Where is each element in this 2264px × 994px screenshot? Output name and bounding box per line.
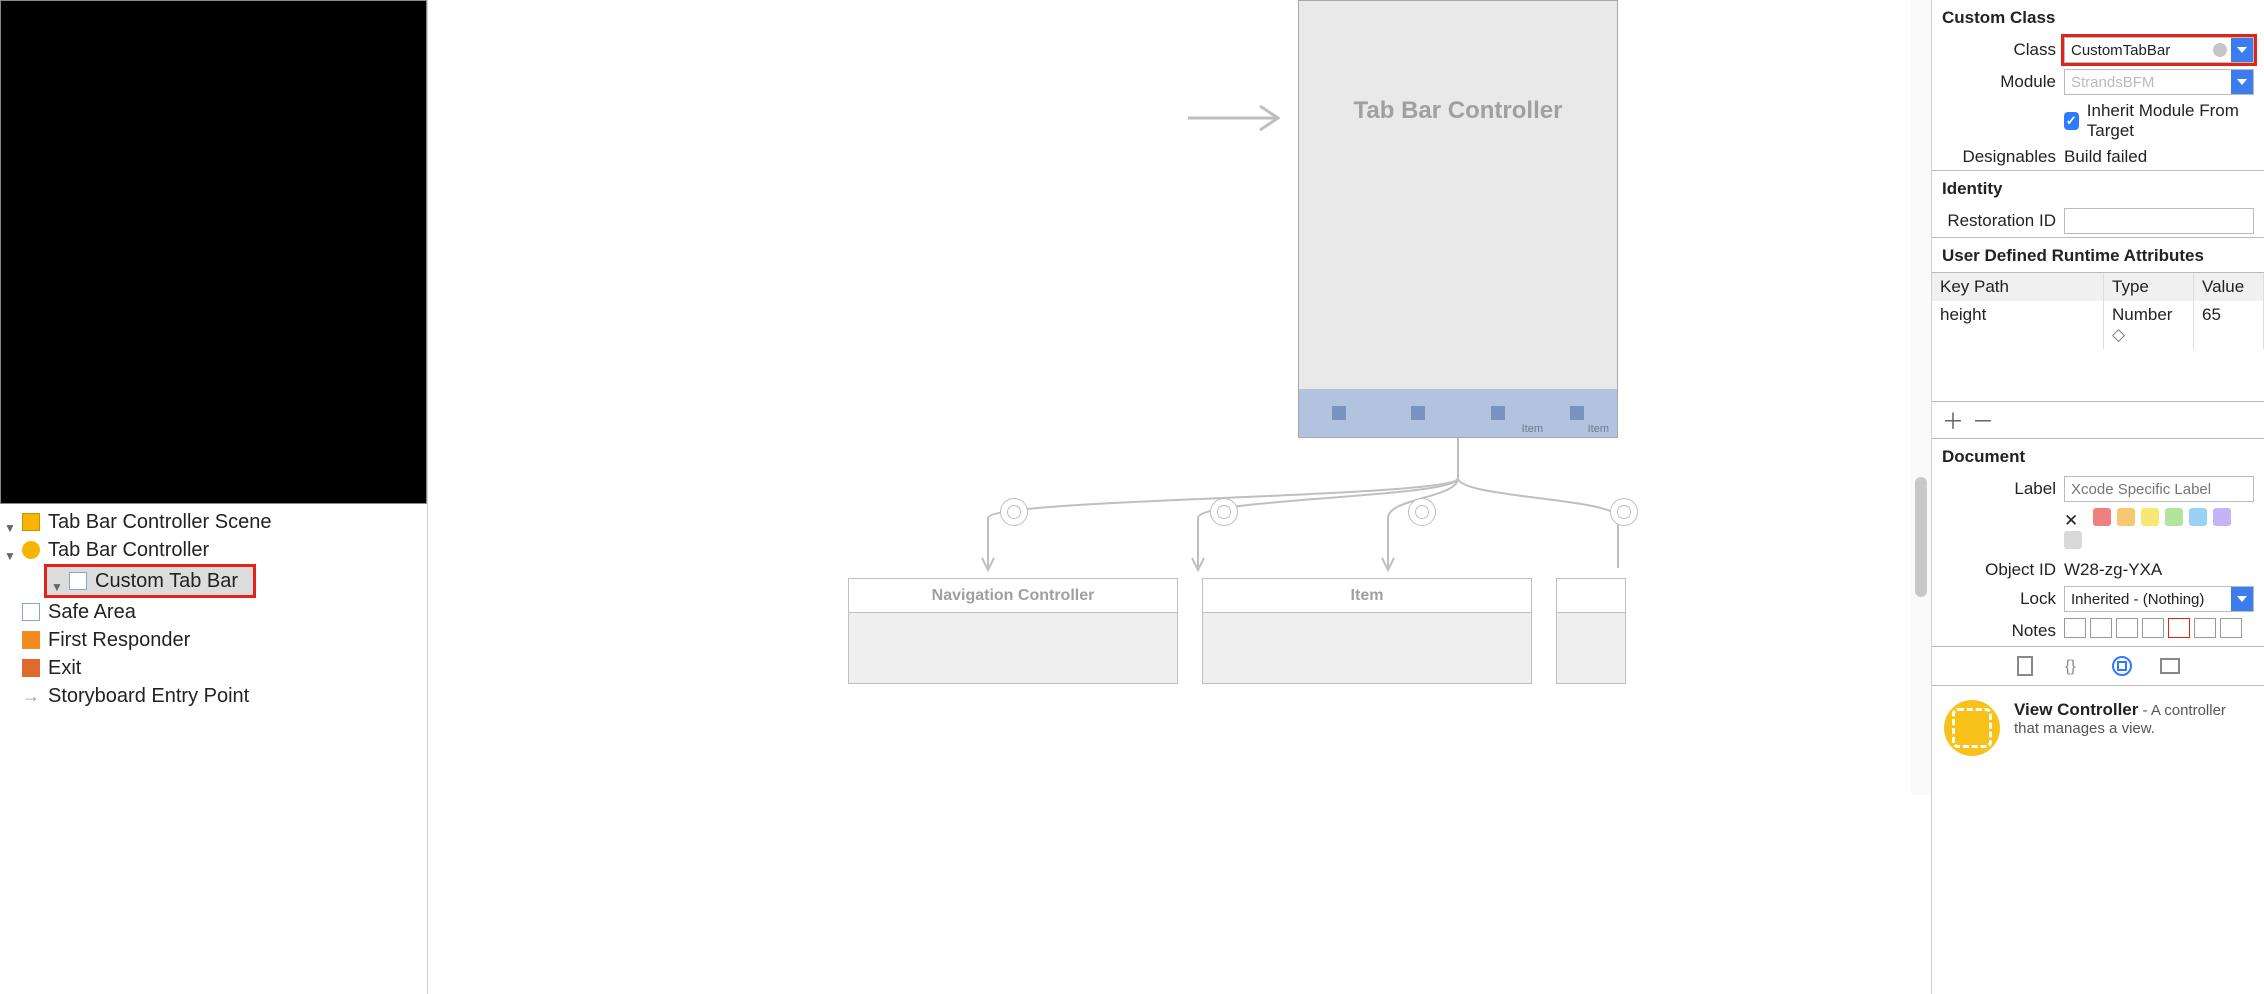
- designables-value: Build failed: [2064, 147, 2147, 166]
- canvas-vertical-scrollbar[interactable]: [1911, 0, 1931, 795]
- tab-item-icon[interactable]: [1332, 406, 1346, 420]
- storyboard-canvas[interactable]: Tab Bar Controller Item Item Nav: [428, 0, 1931, 994]
- udra-cell-value: 65: [2194, 301, 2264, 349]
- module-placeholder: StrandsBFM: [2071, 74, 2154, 91]
- viewcontroller-icon: [22, 541, 40, 559]
- child-scene-navcontroller[interactable]: Navigation Controller: [848, 578, 1178, 684]
- tab-bar-controller-scene[interactable]: Tab Bar Controller Item Item: [1298, 0, 1618, 438]
- udra-table[interactable]: Key Path Type Value height Number ◇ 65: [1932, 272, 2264, 402]
- udra-cell-key: height: [1932, 301, 2104, 349]
- outline-label: Safe Area: [48, 601, 136, 624]
- outline-label: Custom Tab Bar: [95, 570, 238, 593]
- stepper-icon[interactable]: ◇: [2112, 325, 2125, 344]
- lock-field[interactable]: Inherited - (Nothing): [2064, 586, 2254, 612]
- child-title: Item: [1351, 587, 1384, 605]
- designables-label: Designables: [1942, 147, 2056, 167]
- notes-label: Notes: [1942, 621, 2056, 641]
- first-responder-icon: [22, 631, 40, 649]
- module-field[interactable]: StrandsBFM: [2064, 69, 2254, 95]
- outline-item-tabbarcontroller[interactable]: Tab Bar Controller: [0, 536, 427, 564]
- segue-circle-icon[interactable]: [1210, 498, 1238, 526]
- chevron-down-icon[interactable]: [2231, 70, 2253, 94]
- jump-to-class-icon[interactable]: [2213, 43, 2227, 57]
- outline-label: Storyboard Entry Point: [48, 685, 249, 708]
- udra-col-value: Value: [2194, 273, 2264, 301]
- identity-inspector: Custom Class Class CustomTabBar Module S…: [1931, 0, 2264, 994]
- section-header-identity: Identity: [1932, 171, 2264, 205]
- restoration-id-field[interactable]: [2064, 208, 2254, 234]
- disclosure-triangle-icon[interactable]: [4, 515, 18, 529]
- doc-label-field[interactable]: [2064, 476, 2254, 502]
- file-template-icon[interactable]: [2015, 655, 2037, 677]
- outline-label: Exit: [48, 657, 81, 680]
- lock-value: Inherited - (Nothing): [2071, 591, 2204, 608]
- restoration-id-label: Restoration ID: [1942, 211, 2056, 231]
- chevron-down-icon[interactable]: [2231, 587, 2253, 611]
- section-header-udra: User Defined Runtime Attributes: [1932, 238, 2264, 272]
- segue-circle-icon[interactable]: [1408, 498, 1436, 526]
- viewcontroller-thumb-icon: [1944, 700, 2000, 756]
- library-item-viewcontroller[interactable]: View Controller - A controller that mana…: [1932, 686, 2264, 770]
- exit-icon: [22, 659, 40, 677]
- lock-label: Lock: [1942, 589, 2056, 609]
- remove-attribute-button[interactable]: －: [1972, 409, 2002, 434]
- inherit-module-checkbox[interactable]: [2064, 112, 2079, 130]
- outline-item-entrypoint[interactable]: → Storyboard Entry Point: [0, 682, 427, 710]
- outline-item-safearea[interactable]: Safe Area: [0, 598, 427, 626]
- outline-item-customtabbar[interactable]: Custom Tab Bar: [47, 567, 253, 595]
- tab-bar[interactable]: Item Item: [1299, 389, 1617, 437]
- navigator-panel: Tab Bar Controller Scene Tab Bar Control…: [0, 0, 428, 994]
- class-value: CustomTabBar: [2071, 42, 2170, 59]
- label-color-swatches[interactable]: ✕: [2064, 508, 2254, 554]
- add-attribute-button[interactable]: ＋: [1942, 409, 1972, 434]
- view-icon: [69, 572, 87, 590]
- module-label: Module: [1942, 72, 2056, 92]
- tab-item-icon[interactable]: [1491, 406, 1505, 420]
- tab-item-label: Item: [1522, 423, 1543, 435]
- udra-row[interactable]: height Number ◇ 65: [1932, 301, 2264, 349]
- scene-title: Tab Bar Controller: [1299, 97, 1617, 125]
- storyboard-scene-icon: [22, 513, 40, 531]
- svg-text:{}: {}: [2065, 658, 2076, 675]
- document-outline[interactable]: Tab Bar Controller Scene Tab Bar Control…: [0, 504, 427, 994]
- child-scene-partial[interactable]: [1556, 578, 1626, 684]
- inherit-module-label: Inherit Module From Target: [2087, 101, 2254, 141]
- chevron-down-icon[interactable]: [2231, 38, 2253, 62]
- outline-item-firstresponder[interactable]: First Responder: [0, 626, 427, 654]
- section-header-custom-class: Custom Class: [1932, 0, 2264, 34]
- entry-point-arrow-icon: →: [22, 686, 40, 707]
- disclosure-triangle-icon[interactable]: [51, 574, 65, 588]
- code-snippet-icon[interactable]: {}: [2063, 655, 2085, 677]
- tab-item-icon[interactable]: [1411, 406, 1425, 420]
- outline-label: First Responder: [48, 629, 190, 652]
- scene-preview: [0, 0, 427, 504]
- tab-item-icon[interactable]: [1570, 406, 1584, 420]
- disclosure-triangle-icon[interactable]: [4, 543, 18, 557]
- media-library-icon[interactable]: [2159, 655, 2181, 677]
- library-tab-bar[interactable]: {}: [1932, 646, 2264, 686]
- child-scene-item[interactable]: Item: [1202, 578, 1532, 684]
- class-label: Class: [1942, 40, 2056, 60]
- objectid-value: W28-zg-YXA: [2064, 560, 2162, 579]
- object-library-icon[interactable]: [2111, 655, 2133, 677]
- udra-col-key: Key Path: [1932, 273, 2104, 301]
- outline-item-exit[interactable]: Exit: [0, 654, 427, 682]
- udra-col-type: Type: [2104, 273, 2194, 301]
- outline-label: Tab Bar Controller Scene: [48, 511, 271, 534]
- doc-label-label: Label: [1942, 479, 2056, 499]
- class-field[interactable]: CustomTabBar: [2064, 37, 2254, 63]
- child-title: Navigation Controller: [932, 587, 1095, 605]
- notes-format-toolbar[interactable]: [2064, 618, 2254, 643]
- library-item-title: View Controller: [2014, 700, 2138, 719]
- safearea-icon: [22, 603, 40, 621]
- objectid-label: Object ID: [1942, 560, 2056, 580]
- entry-point-arrow: [1188, 100, 1288, 136]
- segue-circle-icon[interactable]: [1000, 498, 1028, 526]
- udra-cell-type: Number: [2112, 305, 2172, 324]
- outline-label: Tab Bar Controller: [48, 539, 209, 562]
- segue-circle-icon[interactable]: [1610, 498, 1638, 526]
- outline-scene-row[interactable]: Tab Bar Controller Scene: [0, 508, 427, 536]
- section-header-document: Document: [1932, 439, 2264, 473]
- tab-item-label: Item: [1588, 423, 1609, 435]
